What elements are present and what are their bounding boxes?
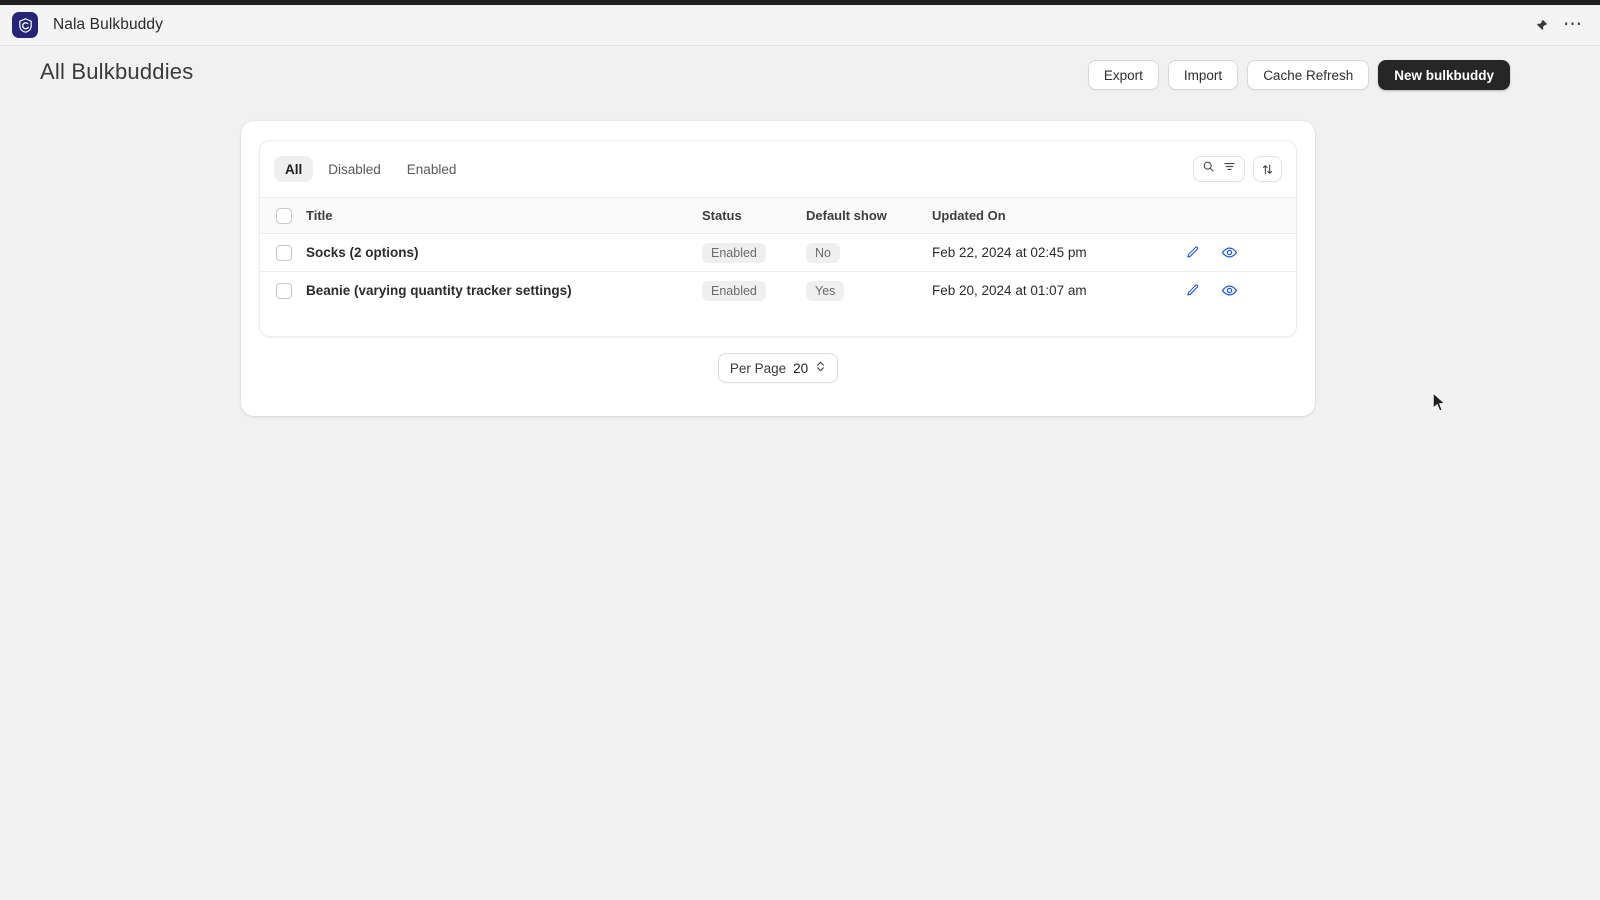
row-checkbox[interactable] xyxy=(276,282,292,299)
column-header-status[interactable]: Status xyxy=(702,197,806,234)
row-actions-cell xyxy=(1162,234,1296,272)
content-card: All Disabled Enabled Title Status Defaul… xyxy=(241,121,1315,416)
tab-enabled[interactable]: Enabled xyxy=(396,156,468,182)
pagination-bar: Per Page 20 xyxy=(241,353,1315,383)
pencil-icon[interactable] xyxy=(1185,283,1200,298)
default-show-badge: No xyxy=(806,242,840,263)
row-status-cell: Enabled xyxy=(702,234,806,272)
table-row[interactable]: Beanie (varying quantity tracker setting… xyxy=(260,271,1296,310)
row-checkbox[interactable] xyxy=(276,244,292,261)
column-header-actions xyxy=(1162,197,1296,234)
column-header-updated-on[interactable]: Updated On xyxy=(932,197,1162,234)
eye-icon[interactable] xyxy=(1221,244,1238,261)
search-icon[interactable] xyxy=(1202,160,1215,178)
chevron-up-down-icon[interactable] xyxy=(815,360,826,376)
status-badge: Enabled xyxy=(702,242,766,263)
table-body: Socks (2 options) Enabled No Feb 22, 202… xyxy=(260,234,1296,310)
sort-arrows-icon[interactable] xyxy=(1253,156,1282,182)
column-header-title[interactable]: Title xyxy=(306,197,702,234)
tab-disabled[interactable]: Disabled xyxy=(317,156,392,182)
page-title: All Bulkbuddies xyxy=(40,59,194,84)
row-actions xyxy=(1162,244,1296,261)
tab-all[interactable]: All xyxy=(274,156,314,182)
row-default-show-cell: No xyxy=(806,234,932,272)
cache-refresh-button[interactable]: Cache Refresh xyxy=(1247,60,1370,90)
mouse-pointer-icon xyxy=(1432,391,1447,418)
new-bulkbuddy-button[interactable]: New bulkbuddy xyxy=(1378,60,1510,90)
app-bar-actions: ⋯ xyxy=(1528,12,1586,38)
header-action-group: Export Import Cache Refresh New bulkbudd… xyxy=(1087,60,1510,90)
row-select-cell xyxy=(260,271,306,310)
per-page-label: Per Page xyxy=(729,360,787,376)
pencil-icon[interactable] xyxy=(1185,245,1200,260)
row-updated-on: Feb 20, 2024 at 01:07 am xyxy=(932,271,1162,310)
filter-icon[interactable] xyxy=(1223,160,1236,178)
tabs-toolbar: All Disabled Enabled xyxy=(260,141,1296,197)
more-options-icon[interactable]: ⋯ xyxy=(1560,12,1586,38)
table-tools xyxy=(1193,156,1282,182)
app-bar: Nala Bulkbuddy ⋯ xyxy=(0,5,1600,46)
row-actions-cell xyxy=(1162,271,1296,310)
import-button[interactable]: Import xyxy=(1167,60,1239,90)
eye-icon[interactable] xyxy=(1221,282,1238,299)
row-actions xyxy=(1162,282,1296,299)
per-page-value: 20 xyxy=(793,360,809,376)
table-header-row: Title Status Default show Updated On xyxy=(260,197,1296,234)
tab-list: All Disabled Enabled xyxy=(274,156,467,182)
select-all-header xyxy=(260,197,306,234)
bulkbuddies-table: Title Status Default show Updated On Soc… xyxy=(260,197,1296,310)
search-filter-group[interactable] xyxy=(1193,156,1245,182)
shield-logo-icon xyxy=(12,12,38,38)
page-header: All Bulkbuddies Export Import Cache Refr… xyxy=(0,52,1600,100)
per-page-selector[interactable]: Per Page 20 xyxy=(717,353,839,383)
list-card: All Disabled Enabled Title Status Defaul… xyxy=(259,140,1297,337)
row-title[interactable]: Socks (2 options) xyxy=(306,234,702,272)
export-button[interactable]: Export xyxy=(1087,60,1159,90)
pin-icon[interactable] xyxy=(1528,12,1554,38)
table-head: Title Status Default show Updated On xyxy=(260,197,1296,234)
table-row[interactable]: Socks (2 options) Enabled No Feb 22, 202… xyxy=(260,234,1296,272)
row-default-show-cell: Yes xyxy=(806,271,932,310)
row-title[interactable]: Beanie (varying quantity tracker setting… xyxy=(306,271,702,310)
default-show-badge: Yes xyxy=(806,280,845,301)
row-status-cell: Enabled xyxy=(702,271,806,310)
row-select-cell xyxy=(260,234,306,272)
status-badge: Enabled xyxy=(702,280,766,301)
more-options-label: ⋯ xyxy=(1563,14,1583,35)
column-header-default-show[interactable]: Default show xyxy=(806,197,932,234)
row-updated-on: Feb 22, 2024 at 02:45 pm xyxy=(932,245,1087,260)
app-title: Nala Bulkbuddy xyxy=(53,16,163,33)
select-all-checkbox[interactable] xyxy=(276,207,292,224)
